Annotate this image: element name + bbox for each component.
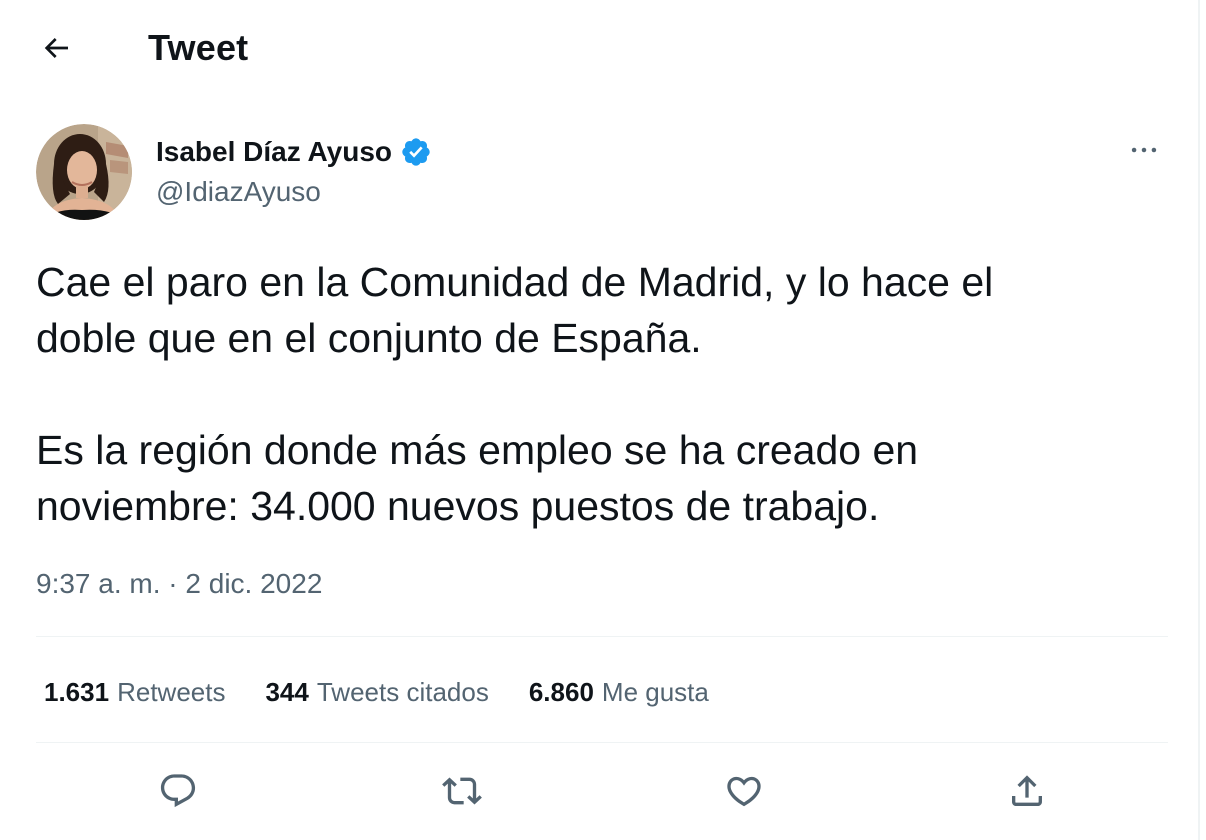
avatar[interactable]: [36, 124, 132, 220]
reply-icon: [160, 774, 196, 808]
tweet-detail-panel: Tweet Isabel Díaz Ayuso @IdiazAyuso Cae …: [0, 0, 1200, 840]
reply-button[interactable]: [153, 766, 203, 816]
tweet-line: doble que en el conjunto de España.: [36, 315, 702, 361]
more-options-button[interactable]: [1124, 130, 1164, 170]
page-header: Tweet: [0, 0, 1198, 96]
verified-badge-icon: [402, 138, 430, 166]
retweets-label: Retweets: [117, 677, 226, 707]
retweet-icon: [442, 777, 482, 805]
quote-tweets-label: Tweets citados: [316, 677, 489, 707]
avatar-photo: [36, 124, 132, 220]
author-name[interactable]: Isabel Díaz Ayuso: [156, 134, 432, 170]
retweet-button[interactable]: [437, 766, 487, 816]
author-display-name: Isabel Díaz Ayuso: [156, 136, 393, 167]
engagement-stats: 1.631 Retweets 344 Tweets citados 6.860 …: [44, 674, 749, 710]
divider: [36, 742, 1168, 743]
share-icon: [1012, 775, 1042, 806]
page-title: Tweet: [148, 27, 249, 68]
retweets-stat[interactable]: 1.631 Retweets: [44, 674, 225, 710]
tweet-line: Cae el paro en la Comunidad de Madrid, y…: [36, 259, 994, 305]
quote-tweets-count: 344: [265, 677, 309, 707]
likes-stat[interactable]: 6.860 Me gusta: [529, 674, 709, 710]
divider: [36, 636, 1168, 637]
tweet-line: Es la región donde más empleo se ha crea…: [36, 427, 919, 473]
tweet-timestamp[interactable]: 9:37 a. m. · 2 dic. 2022: [36, 566, 322, 602]
share-button[interactable]: [1002, 766, 1052, 816]
retweets-count: 1.631: [44, 677, 110, 707]
more-horizontal-icon: [1131, 147, 1157, 153]
like-button[interactable]: [719, 766, 769, 816]
likes-count: 6.860: [528, 677, 594, 707]
arrow-left-icon: [44, 38, 68, 58]
tweet-text: Cae el paro en la Comunidad de Madrid, y…: [36, 254, 1166, 534]
like-heart-icon: [727, 776, 761, 807]
tweet-line: noviembre: 34.000 nuevos puestos de trab…: [36, 483, 880, 529]
back-button[interactable]: [30, 22, 82, 74]
likes-label: Me gusta: [601, 677, 709, 707]
quote-tweets-stat[interactable]: 344 Tweets citados: [265, 674, 488, 710]
author-handle[interactable]: @IdiazAyuso: [156, 174, 321, 210]
